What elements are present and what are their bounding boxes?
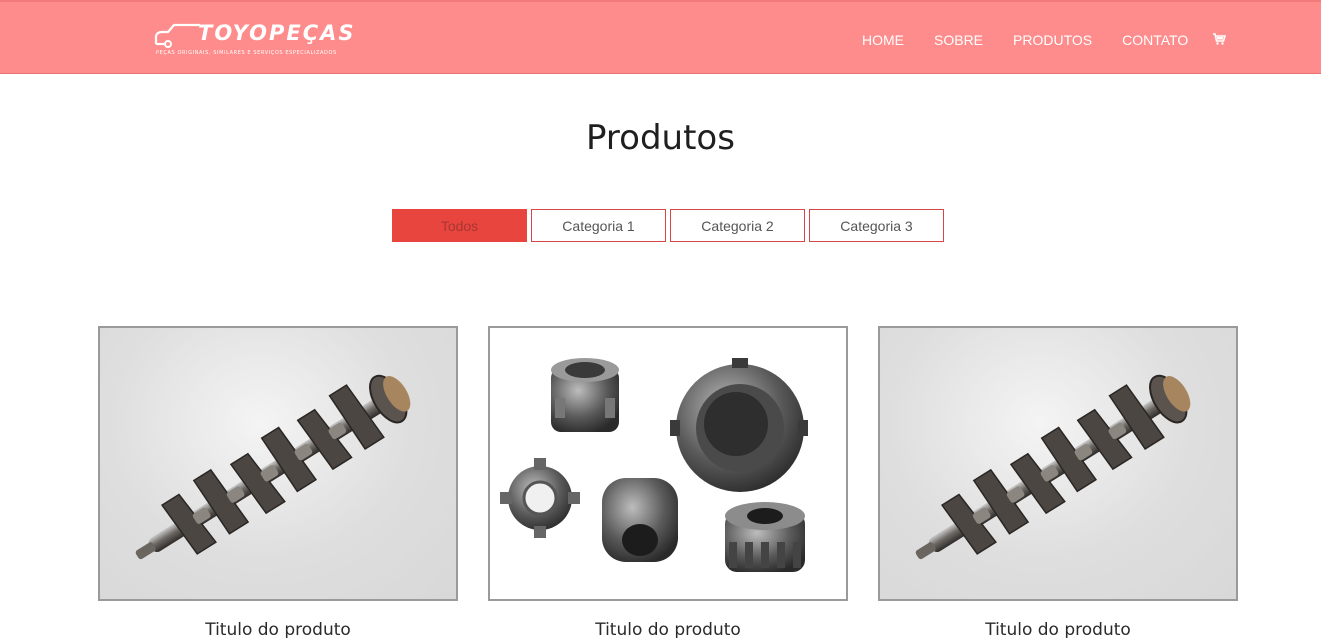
nav-contato[interactable]: CONTATO [1122, 32, 1188, 48]
cart-icon[interactable] [1212, 32, 1226, 46]
brand-tagline: PEÇAS ORIGINAIS, SIMILARES E SERVIÇOS ES… [156, 50, 337, 56]
product-title[interactable]: Titulo do produto [98, 620, 458, 638]
product-image-frame[interactable] [878, 326, 1238, 601]
product-card[interactable]: Titulo do produto [98, 326, 458, 638]
main-nav: HOME SOBRE PRODUTOS CONTATO [862, 32, 1218, 48]
product-title[interactable]: Titulo do produto [878, 620, 1238, 638]
brand-logo[interactable]: TOYOPEÇAS PEÇAS ORIGINAIS, SIMILARES E S… [154, 20, 364, 62]
crankshaft-image [135, 374, 411, 560]
filter-todos[interactable]: Todos [392, 209, 527, 242]
nav-home[interactable]: HOME [862, 32, 904, 48]
filter-categoria-1[interactable]: Categoria 1 [531, 209, 666, 242]
filter-categoria-3[interactable]: Categoria 3 [809, 209, 944, 242]
gears-image [500, 358, 808, 572]
nav-produtos[interactable]: PRODUTOS [1013, 32, 1092, 48]
product-card[interactable]: Titulo do produto [488, 326, 848, 638]
nav-sobre[interactable]: SOBRE [934, 32, 983, 48]
category-filters: Todos Categoria 1 Categoria 2 Categoria … [392, 209, 948, 242]
product-card[interactable]: Titulo do produto [878, 326, 1238, 638]
brand-name: TOYOPEÇAS [198, 21, 356, 45]
car-outline-icon [154, 23, 200, 48]
page-title: Produtos [586, 118, 735, 158]
top-navbar: TOYOPEÇAS PEÇAS ORIGINAIS, SIMILARES E S… [0, 0, 1321, 74]
product-image-frame[interactable] [488, 326, 848, 601]
filter-categoria-2[interactable]: Categoria 2 [670, 209, 805, 242]
product-title[interactable]: Titulo do produto [488, 620, 848, 638]
product-image-frame[interactable] [98, 326, 458, 601]
crankshaft-image [915, 374, 1191, 560]
